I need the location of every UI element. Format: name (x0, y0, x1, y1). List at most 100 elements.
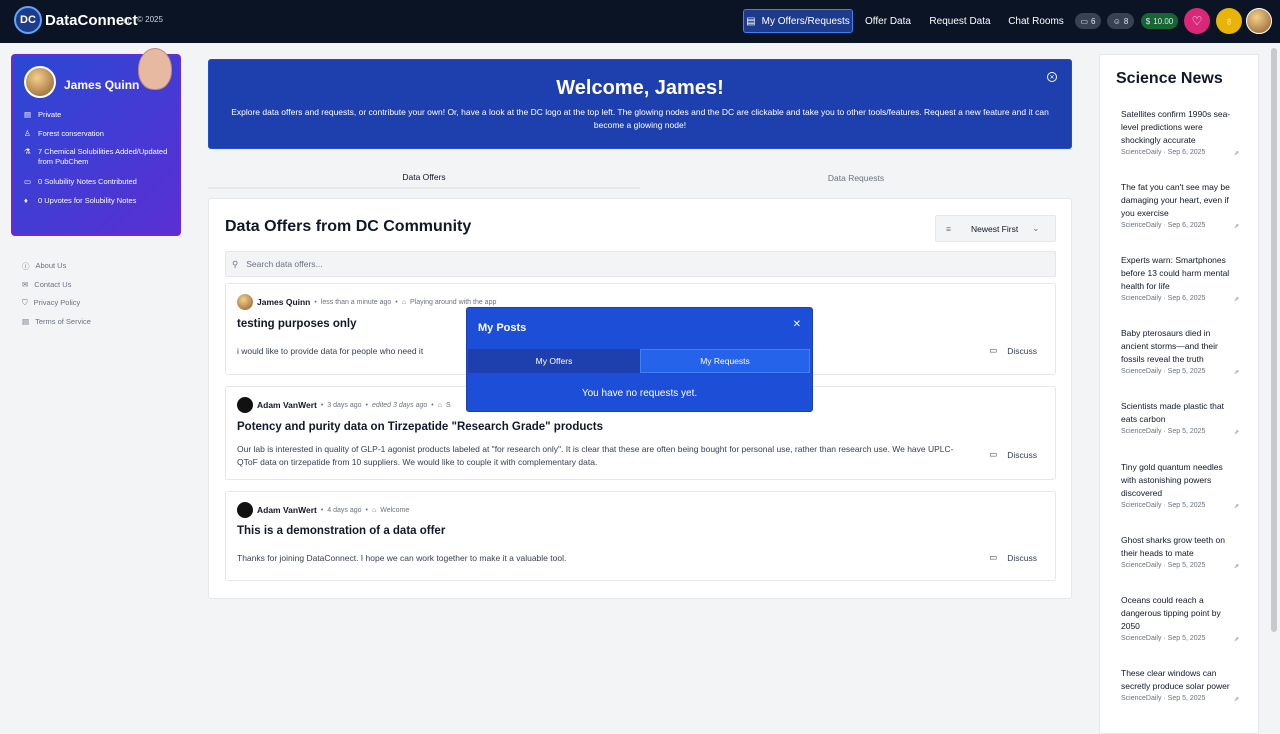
news-headline[interactable]: Baby pterosaurs died in ancient storms—a… (1121, 327, 1239, 366)
news-headline[interactable]: Tiny gold quantum needles with astonishi… (1121, 461, 1239, 500)
shield-icon: ⛉ (22, 298, 28, 307)
request-data-button[interactable]: Request Data (928, 9, 992, 33)
privacy-policy-link[interactable]: ⛉ Privacy Policy (22, 298, 80, 308)
discuss-label: Discuss (1007, 449, 1037, 460)
welcome-banner: Welcome, James! Explore data offers and … (208, 59, 1072, 149)
terms-link[interactable]: ▤ Terms of Service (22, 317, 91, 326)
separator: • (365, 506, 368, 514)
external-link-icon[interactable]: ⇗ (1234, 563, 1239, 570)
scrollbar[interactable] (1271, 48, 1277, 632)
close-icon[interactable]: ✕ (793, 319, 801, 330)
nav-label: My Offers/Requests (761, 15, 850, 27)
about-us-link[interactable]: ⓘ About Us (22, 261, 66, 272)
news-source: ScienceDaily · Sep 6, 2025 (1121, 222, 1206, 229)
tag-icon: ⌂ (372, 506, 377, 514)
heart-icon[interactable]: ♡ (1184, 8, 1210, 34)
news-meta: ScienceDaily · Sep 5, 2025 ⇗ (1121, 502, 1239, 510)
link-label: Terms of Service (35, 317, 91, 326)
news-headline[interactable]: These clear windows can secretly produce… (1121, 667, 1239, 693)
discuss-button[interactable]: ▭ Discuss (989, 345, 1037, 356)
post-title[interactable]: This is a demonstration of a data offer (237, 525, 445, 537)
external-link-icon[interactable]: ⇗ (1234, 429, 1239, 436)
post-author[interactable]: Adam VanWert (257, 505, 317, 515)
news-headline[interactable]: Satellites confirm 1990s sea-level predi… (1121, 108, 1239, 147)
profile-card: James Quinn ▤ Private ♙ Forest conservatio… (11, 48, 181, 236)
post-time: 4 days ago (327, 506, 362, 514)
sort-dropdown[interactable]: ≡ Newest First ⌄ (935, 215, 1056, 242)
post-author[interactable]: James Quinn (257, 297, 310, 307)
separator: • (431, 401, 434, 409)
separator: • (365, 401, 368, 409)
news-source: ScienceDaily · Sep 5, 2025 (1121, 368, 1206, 375)
news-item[interactable]: These clear windows can secretly produce… (1121, 667, 1239, 703)
news-item[interactable]: Scientists made plastic that eats carbon… (1121, 400, 1239, 436)
contact-us-link[interactable]: ✉ Contact Us (22, 280, 71, 289)
news-source: ScienceDaily · Sep 5, 2025 (1121, 562, 1206, 569)
tab-data-requests[interactable]: Data Requests (640, 167, 1072, 189)
link-label: Contact Us (34, 280, 72, 289)
profile-item-label: 0 Solubility Notes Contributed (38, 177, 137, 186)
news-item[interactable]: The fat you can't see may be damaging yo… (1121, 181, 1239, 230)
external-link-icon[interactable]: ⇗ (1234, 503, 1239, 510)
user-avatar[interactable] (1246, 8, 1272, 34)
profile-avatar (24, 66, 56, 98)
messages-count[interactable]: ▭ 6 (1075, 13, 1101, 29)
post-meta: Adam VanWert • 4 days ago • ⌂ Welcome (237, 502, 409, 518)
external-link-icon[interactable]: ⇗ (1234, 150, 1239, 157)
news-item[interactable]: Experts warn: Smartphones before 13 coul… (1121, 254, 1239, 303)
lightbulb-icon[interactable]: ♁ (1216, 8, 1242, 34)
home-icon[interactable]: ⌂ (123, 14, 130, 26)
news-item[interactable]: Ghost sharks grow teeth on their heads t… (1121, 534, 1239, 570)
balance-value: 10.00 (1153, 16, 1174, 26)
news-headline[interactable]: Ghost sharks grow teeth on their heads t… (1121, 534, 1239, 560)
news-meta: ScienceDaily · Sep 5, 2025 ⇗ (1121, 562, 1239, 570)
offer-data-button[interactable]: Offer Data (860, 9, 916, 33)
tab-data-offers[interactable]: Data Offers (208, 167, 640, 189)
news-meta: ScienceDaily · Sep 5, 2025 ⇗ (1121, 695, 1239, 703)
profile-item-label: Private (38, 110, 62, 119)
welcome-text: Explore data offers and requests, or con… (231, 107, 1049, 130)
external-link-icon[interactable]: ⇗ (1234, 636, 1239, 643)
link-label: Privacy Policy (33, 298, 81, 307)
my-posts-modal: My Posts ✕ My Offers My Requests You hav… (466, 307, 813, 412)
news-source: ScienceDaily · Sep 5, 2025 (1121, 635, 1206, 642)
dc-logo[interactable]: DC (14, 6, 42, 34)
news-headline[interactable]: Oceans could reach a dangerous tipping p… (1121, 594, 1239, 633)
discuss-label: Discuss (1007, 345, 1037, 356)
external-link-icon[interactable]: ⇗ (1234, 369, 1239, 376)
person-icon: ♙ (24, 129, 31, 138)
news-meta: ScienceDaily · Sep 6, 2025 ⇗ (1121, 222, 1239, 230)
discuss-button[interactable]: ▭ Discuss (989, 552, 1037, 563)
discuss-button[interactable]: ▭ Discuss (989, 449, 1037, 460)
news-source: ScienceDaily · Sep 6, 2025 (1121, 295, 1206, 302)
balance-badge[interactable]: $10.00 (1141, 13, 1178, 29)
author-avatar (237, 397, 253, 413)
my-offers-requests-button[interactable]: ▤ My Offers/Requests (743, 9, 853, 33)
post-card[interactable]: Adam VanWert • 4 days ago • ⌂ Welcome This … (225, 491, 1056, 581)
news-item[interactable]: Tiny gold quantum needles with astonishi… (1121, 461, 1239, 510)
external-link-icon[interactable]: ⇗ (1234, 296, 1239, 303)
post-title[interactable]: testing purposes only (237, 318, 357, 330)
post-body: Thanks for joining DataConnect. I hope w… (237, 553, 567, 563)
news-item[interactable]: Baby pterosaurs died in ancient storms—a… (1121, 327, 1239, 376)
post-author[interactable]: Adam VanWert (257, 400, 317, 410)
news-meta: ScienceDaily · Sep 5, 2025 ⇗ (1121, 368, 1239, 376)
post-title[interactable]: Potency and purity data on Tirzepatide "… (237, 421, 603, 433)
news-item[interactable]: Satellites confirm 1990s sea-level predi… (1121, 108, 1239, 157)
news-item[interactable]: Oceans could reach a dangerous tipping p… (1121, 594, 1239, 643)
news-source: ScienceDaily · Sep 5, 2025 (1121, 502, 1206, 509)
news-headline[interactable]: The fat you can't see may be damaging yo… (1121, 181, 1239, 220)
tab-my-offers[interactable]: My Offers (468, 349, 640, 373)
news-headline[interactable]: Experts warn: Smartphones before 13 coul… (1121, 254, 1239, 293)
news-headline[interactable]: Scientists made plastic that eats carbon (1121, 400, 1239, 426)
close-icon[interactable]: ✕ (1047, 72, 1057, 82)
profile-item-notes: ▭ 0 Solubility Notes Contributed (24, 177, 137, 187)
external-link-icon[interactable]: ⇗ (1234, 223, 1239, 230)
users-count[interactable]: ☺ 8 (1107, 13, 1134, 29)
search-placeholder: Search data offers... (246, 259, 323, 269)
chevron-down-icon: ⌄ (1032, 223, 1040, 233)
chat-rooms-button[interactable]: Chat Rooms (1006, 9, 1066, 33)
external-link-icon[interactable]: ⇗ (1234, 696, 1239, 703)
search-input[interactable]: ⚲ Search data offers... (225, 251, 1056, 277)
tab-my-requests[interactable]: My Requests (640, 349, 810, 373)
